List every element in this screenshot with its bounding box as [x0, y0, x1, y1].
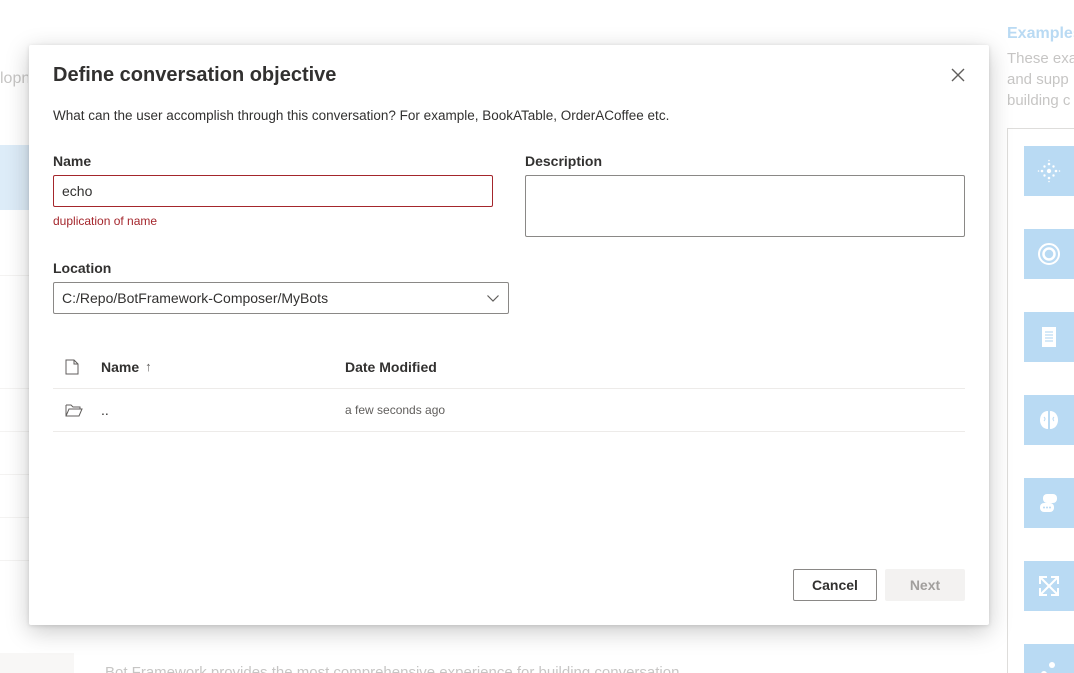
close-button[interactable] — [946, 63, 970, 87]
row-date-modified: a few seconds ago — [345, 403, 446, 417]
name-label: Name — [53, 153, 92, 169]
location-label: Location — [53, 260, 112, 276]
cancel-button[interactable]: Cancel — [793, 569, 877, 601]
column-header-date-modified[interactable]: Date Modified — [345, 359, 965, 375]
row-name: .. — [101, 402, 109, 418]
column-header-name[interactable]: Name ↑ — [101, 359, 345, 375]
description-input[interactable] — [525, 175, 965, 237]
file-type-column — [53, 359, 101, 375]
description-label: Description — [525, 153, 603, 169]
file-table: Name ↑ Date Modified .. a few seconds ag… — [53, 345, 965, 432]
dialog-title: Define conversation objective — [53, 64, 337, 86]
folder-open-icon — [65, 404, 83, 417]
table-row[interactable]: .. a few seconds ago — [53, 389, 965, 432]
location-value: C:/Repo/BotFramework-Composer/MyBots — [62, 290, 329, 306]
next-button[interactable]: Next — [885, 569, 965, 601]
define-objective-dialog: Define conversation objective What can t… — [29, 45, 989, 625]
chevron-down-icon — [487, 295, 499, 302]
dialog-subtitle: What can the user accomplish through thi… — [53, 108, 670, 123]
location-dropdown[interactable]: C:/Repo/BotFramework-Composer/MyBots — [53, 282, 509, 314]
name-input[interactable] — [53, 175, 493, 207]
table-header: Name ↑ Date Modified — [53, 345, 965, 389]
file-icon — [65, 359, 79, 374]
close-icon — [951, 68, 965, 82]
name-error-message: duplication of name — [53, 214, 158, 228]
sort-ascending-icon: ↑ — [145, 359, 152, 374]
